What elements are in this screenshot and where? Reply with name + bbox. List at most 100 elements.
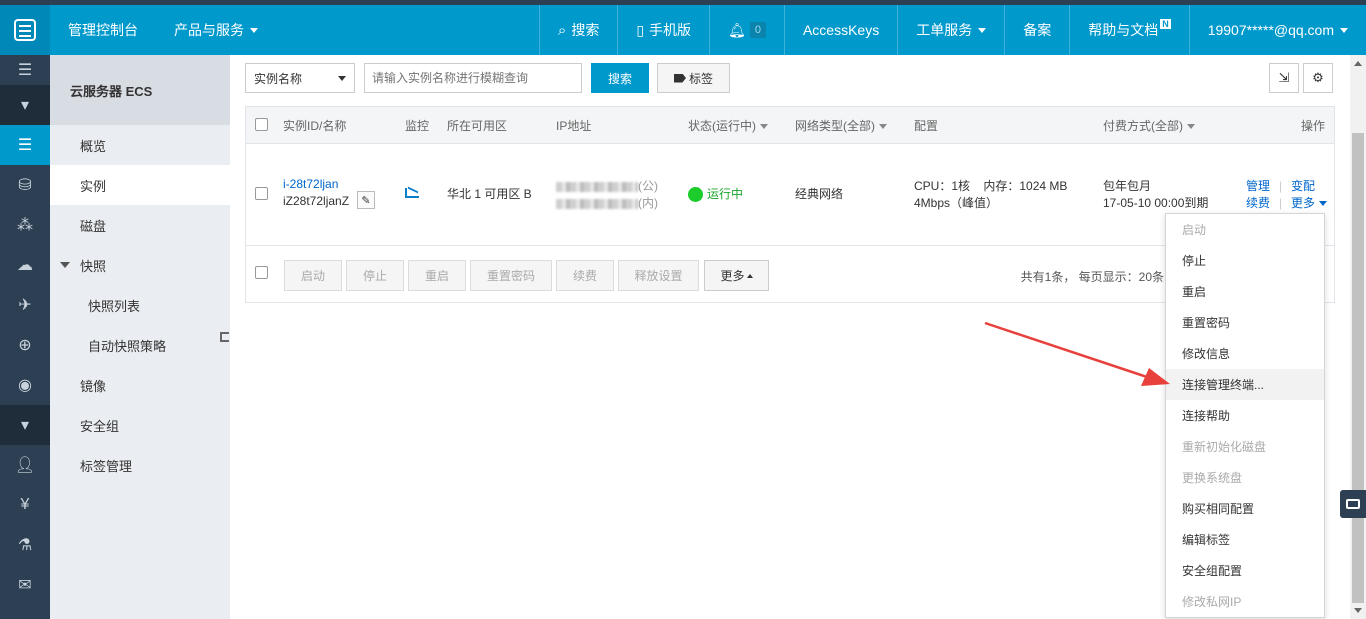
accesskeys-link[interactable]: AccessKeys	[783, 5, 897, 55]
search-button[interactable]: 搜索	[591, 63, 649, 93]
beian-link[interactable]: 备案	[1004, 5, 1069, 55]
renew-button[interactable]: 续费	[556, 260, 614, 291]
network-icon[interactable]: ⁂	[0, 205, 50, 245]
menu-item-stop[interactable]: 停止	[1166, 245, 1324, 276]
sidebar-item-images[interactable]: 镜像	[50, 365, 230, 405]
more-actions-dropdown: 启动 停止 重启 重置密码 修改信息 连接管理终端... 连接帮助 重新初始化磁…	[1165, 213, 1325, 618]
column-status-filter[interactable]: 状态(运行中)	[688, 117, 768, 134]
aliyun-logo[interactable]	[0, 5, 50, 55]
cloud-upload-icon[interactable]: ☁	[0, 245, 50, 285]
ecs-sidebar: 云服务器 ECS 概览 实例 磁盘 快照 快照列表 自动快照策略 镜像 安全组 …	[50, 55, 230, 619]
search-input[interactable]	[364, 63, 582, 93]
footer-select-all-checkbox[interactable]	[255, 266, 268, 279]
notifications-button[interactable]: 🔔︎ 0	[709, 5, 784, 55]
products-label: 产品与服务	[174, 22, 244, 38]
menu-item-connect-terminal[interactable]: 连接管理终端...	[1166, 369, 1324, 400]
logo-icon	[14, 19, 36, 41]
instance-id-link[interactable]: i-28t72ljan	[283, 176, 338, 193]
row-checkbox[interactable]	[255, 187, 268, 200]
menu-item-edit-tags[interactable]: 编辑标签	[1166, 524, 1324, 555]
menu-icon[interactable]: ☰	[0, 55, 50, 85]
private-ip: (内)	[556, 195, 658, 212]
sidebar-item-tags[interactable]: 标签管理	[50, 445, 230, 485]
stop-button[interactable]: 停止	[346, 260, 404, 291]
mail-icon[interactable]: ✉	[0, 565, 50, 605]
reset-password-button[interactable]: 重置密码	[470, 260, 552, 291]
top-navigation-bar: 管理控制台 产品与服务 ⌕ 搜索 ▯ 手机版 🔔︎ 0 AccessKeys 工单服务…	[0, 0, 1366, 55]
export-button[interactable]: ⇲	[1269, 63, 1299, 93]
settings-button[interactable]: ⚙	[1303, 63, 1333, 93]
start-button[interactable]: 启动	[284, 260, 342, 291]
restart-button[interactable]: 重启	[408, 260, 466, 291]
scrollbar-thumb[interactable]	[1352, 133, 1364, 603]
account-menu[interactable]: 19907*****@qq.com	[1188, 5, 1366, 55]
menu-item-restart[interactable]: 重启	[1166, 276, 1324, 307]
table-header: 实例ID/名称 监控 所在可用区 IP地址 状态(运行中) 网络类型(全部) 配…	[246, 107, 1334, 144]
database-icon[interactable]: ⛁	[0, 165, 50, 205]
search-link[interactable]: ⌕ 搜索	[538, 5, 617, 55]
products-menu[interactable]: 产品与服务	[156, 5, 276, 55]
column-monitor: 监控	[405, 118, 430, 133]
flask-icon[interactable]: ⚗	[0, 525, 50, 565]
chart-icon	[405, 188, 419, 198]
zone-value: 华北 1 可用区 B	[447, 187, 532, 201]
sidebar-item-disks[interactable]: 磁盘	[50, 205, 230, 245]
cdn-icon[interactable]: ✈	[0, 285, 50, 325]
release-settings-button[interactable]: 释放设置	[618, 260, 699, 291]
chevron-down-icon	[250, 27, 258, 33]
status-text: 运行中	[707, 187, 744, 201]
page-scrollbar[interactable]	[1350, 55, 1366, 619]
filter-toolbar: 实例名称 搜索 标签	[245, 63, 730, 93]
more-button[interactable]: 更多	[704, 260, 769, 291]
tag-button[interactable]: 标签	[657, 63, 730, 93]
filter-select-value: 实例名称	[254, 71, 303, 86]
menu-item-connect-help[interactable]: 连接帮助	[1166, 400, 1324, 431]
scroll-up-icon[interactable]	[1354, 61, 1362, 66]
tickets-menu[interactable]: 工单服务	[897, 5, 1004, 55]
collapse-icon[interactable]: ▾	[0, 405, 50, 445]
column-billing-filter[interactable]: 付费方式(全部)	[1103, 117, 1195, 134]
gear-icon: ⚙	[1312, 70, 1324, 85]
billing-type: 包年包月	[1103, 179, 1152, 193]
column-status-label: 状态(运行中)	[688, 118, 756, 133]
more-actions-link[interactable]: 更多	[1291, 195, 1328, 212]
menu-item-buy-same-config[interactable]: 购买相同配置	[1166, 493, 1324, 524]
server-icon[interactable]: ☰	[0, 125, 50, 165]
select-all-checkbox[interactable]	[255, 118, 268, 131]
network-value: 经典网络	[795, 187, 844, 201]
edit-name-icon[interactable]: ✎	[357, 191, 375, 209]
scroll-down-icon[interactable]	[1354, 608, 1362, 613]
dns-icon[interactable]: ◉	[0, 365, 50, 405]
menu-item-reset-password[interactable]: 重置密码	[1166, 307, 1324, 338]
yuan-icon[interactable]: ¥	[0, 485, 50, 525]
sidebar-item-instances[interactable]: 实例	[50, 165, 230, 205]
sidebar-item-snapshots[interactable]: 快照	[50, 245, 230, 285]
filter-select[interactable]: 实例名称	[245, 63, 355, 93]
menu-item-modify-info[interactable]: 修改信息	[1166, 338, 1324, 369]
console-link[interactable]: 管理控制台	[50, 5, 156, 55]
menu-item-start[interactable]: 启动	[1166, 214, 1324, 245]
menu-item-reinit-disk[interactable]: 重新初始化磁盘	[1166, 431, 1324, 462]
manage-link[interactable]: 管理	[1246, 178, 1270, 195]
chat-button[interactable]	[1340, 490, 1366, 518]
sidebar-item-auto-snapshot-policy[interactable]: 自动快照策略	[50, 325, 230, 365]
globe-icon[interactable]: ⊕	[0, 325, 50, 365]
action-divider: |	[1279, 196, 1283, 210]
sidebar-item-security-groups[interactable]: 安全组	[50, 405, 230, 445]
monitor-link[interactable]	[405, 186, 419, 203]
sidebar-item-snapshot-list[interactable]: 快照列表	[50, 285, 230, 325]
menu-item-modify-private-ip[interactable]: 修改私网IP	[1166, 586, 1324, 617]
menu-item-security-group-config[interactable]: 安全组配置	[1166, 555, 1324, 586]
help-link[interactable]: 帮助与文档 N	[1069, 5, 1189, 55]
upgrade-link[interactable]: 变配	[1291, 178, 1315, 195]
column-ip: IP地址	[556, 118, 592, 133]
column-network-filter[interactable]: 网络类型(全部)	[795, 117, 887, 134]
chevron-down-icon	[978, 27, 987, 33]
chevron-down-icon	[1340, 27, 1348, 33]
collapse-icon[interactable]: ▾	[0, 85, 50, 125]
sidebar-item-overview[interactable]: 概览	[50, 125, 230, 165]
mobile-link[interactable]: ▯ 手机版	[617, 5, 709, 55]
menu-item-replace-system-disk[interactable]: 更换系统盘	[1166, 462, 1324, 493]
user-icon[interactable]: 👤︎	[0, 445, 50, 485]
renew-link[interactable]: 续费	[1246, 195, 1270, 212]
